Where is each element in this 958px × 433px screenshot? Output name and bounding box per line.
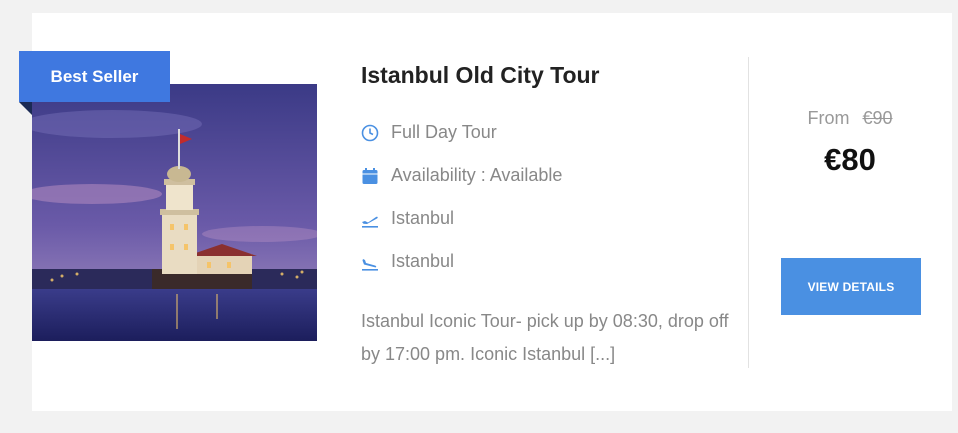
best-seller-badge: Best Seller (19, 51, 170, 102)
tour-photo[interactable] (32, 84, 317, 341)
duration-row: Full Day Tour (361, 122, 497, 143)
old-price: €90 (862, 108, 893, 128)
divider (748, 57, 749, 368)
tour-excerpt: Istanbul Iconic Tour- pick up by 08:30, … (361, 311, 729, 364)
plane-landing-icon (361, 253, 379, 271)
view-details-button[interactable]: VIEW DETAILS (781, 258, 921, 315)
from-label: From (807, 108, 850, 128)
arrival-label: Istanbul (391, 251, 455, 271)
clock-icon (361, 124, 379, 142)
plane-takeoff-icon (361, 210, 379, 228)
ribbon-fold (19, 102, 32, 115)
calendar-icon (361, 167, 379, 185)
departure-row: Istanbul (361, 208, 454, 229)
price-from: From €90 (750, 108, 950, 129)
tour-title[interactable]: Istanbul Old City Tour (361, 62, 600, 89)
current-price: €80 (824, 142, 876, 177)
availability-label: Availability : Available (391, 165, 563, 185)
availability-row: Availability : Available (361, 165, 562, 186)
arrival-row: Istanbul (361, 251, 454, 272)
departure-label: Istanbul (391, 208, 455, 228)
duration-label: Full Day Tour (391, 122, 497, 142)
